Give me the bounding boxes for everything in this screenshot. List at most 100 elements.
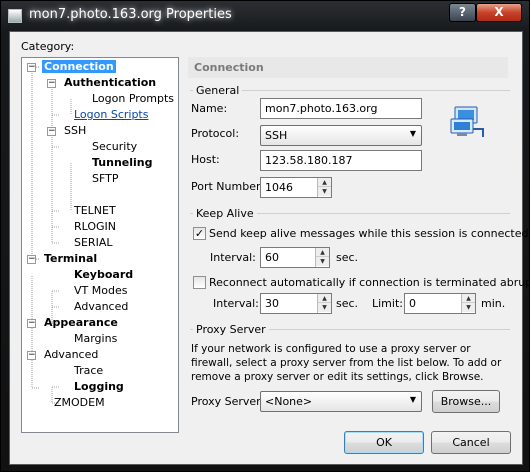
tree-item-label: Appearance [44,316,118,329]
send-keep-alive-checkbox[interactable]: ✓ [193,227,206,240]
spin-up-icon[interactable]: ▲ [318,178,331,187]
collapse-icon[interactable]: − [47,79,56,88]
proxy-server-value: <None> [265,395,313,408]
port-value: 1046 [265,181,293,194]
spin-up-icon[interactable]: ▲ [318,294,331,303]
spin-buttons: ▲ ▼ [317,294,331,313]
collapse-icon[interactable]: − [27,255,36,264]
interval-value: 60 [265,251,279,264]
limit-stepper[interactable]: 0 ▲ ▼ [404,293,476,314]
limit-label: Limit: [372,297,403,310]
spin-down-icon[interactable]: ▼ [318,303,331,312]
proxy-server-select[interactable]: <None> ▼ [260,391,422,412]
collapse-icon[interactable]: − [47,127,56,136]
tree-item-label: Logon Scripts [74,108,149,121]
tree-item-terminal[interactable]: − Terminal [27,251,99,267]
reconnect-interval-stepper[interactable]: 30 ▲ ▼ [260,293,332,314]
tree-item-label: Logon Prompts [92,92,175,105]
reconnect-label: Reconnect automatically if connection is… [209,276,530,289]
reconnect-checkbox[interactable] [193,276,206,289]
spin-buttons: ▲ ▼ [317,178,331,197]
tree-item-label: ZMODEM [54,396,105,409]
chevron-down-icon: ▼ [409,395,416,404]
tree-item-label: Tunneling [92,156,153,169]
name-field[interactable]: mon7.photo.163.org [260,98,422,119]
limit-unit: min. [481,297,506,310]
collapse-icon[interactable]: − [27,319,36,328]
title-bar[interactable]: mon7.photo.163.org Properties ? X [1,1,530,31]
window-icon [8,9,22,23]
tree-item-telnet[interactable]: TELNET [72,203,118,219]
category-label: Category: [21,40,75,53]
network-computers-icon [450,106,484,137]
interval-label: Interval: [210,251,256,264]
tree-item-logon-scripts[interactable]: Logon Scripts [72,107,150,123]
section-title: Connection [188,57,508,78]
spin-buttons: ▲ ▼ [461,294,475,313]
tree-item-label: Security [92,140,138,153]
tree-item-trace[interactable]: Trace [72,363,105,379]
tree-item-margins[interactable]: Margins [72,331,119,347]
tree-item-serial[interactable]: SERIAL [72,235,114,251]
spin-down-icon[interactable]: ▼ [318,187,331,196]
properties-window: mon7.photo.163.org Properties ? X Catego… [0,0,530,472]
tree-item-security[interactable]: Security [90,139,139,155]
tree-item-authentication[interactable]: − Authentication [47,75,158,91]
tree-item-label: SERIAL [74,236,113,249]
tree-item-label: TELNET [74,204,116,217]
proxy-description: If your network is configured to use a p… [191,343,502,383]
protocol-select[interactable]: SSH ▼ [260,125,422,146]
protocol-label: Protocol: [191,127,240,140]
tree-item-logging[interactable]: Logging [72,379,126,395]
spin-down-icon[interactable]: ▼ [316,257,329,266]
tree-item-rlogin[interactable]: RLOGIN [72,219,118,235]
window-title: mon7.photo.163.org Properties [29,7,232,22]
collapse-icon[interactable]: − [27,351,36,360]
interval-stepper[interactable]: 60 ▲ ▼ [260,247,330,268]
browse-button[interactable]: Browse... [432,390,500,413]
host-field[interactable]: 123.58.180.187 [260,150,422,171]
tree-item-zmodem[interactable]: ZMODEM [52,395,107,411]
chevron-down-icon: ▼ [409,129,416,138]
spin-down-icon[interactable]: ▼ [462,303,475,312]
tree-item-label: Connection [42,60,116,73]
reconnect-interval-unit: sec. [336,297,359,310]
limit-value: 0 [409,297,416,310]
collapse-icon[interactable]: − [27,63,36,72]
tree-item-label: Terminal [44,252,98,265]
tree-item-label: SFTP [92,172,119,185]
cancel-button[interactable]: Cancel [431,431,511,454]
group-title: Proxy Server [193,323,269,336]
tree-item-label: Keyboard [74,268,134,281]
send-keep-alive-label: Send keep alive messages while this sess… [209,227,529,240]
proxy-server-label: Proxy Server: [191,395,265,408]
tree-item-label: Logging [74,380,124,393]
interval-unit: sec. [336,251,359,264]
help-button[interactable]: ? [449,3,476,22]
reconnect-interval-label: Interval: [213,297,259,310]
tree-item-label: Advanced [74,300,129,313]
ok-button[interactable]: OK [344,431,424,454]
tree-item-terminal-advanced[interactable]: Advanced [72,299,130,315]
spin-up-icon[interactable]: ▲ [462,294,475,303]
tree-item-advanced[interactable]: − Advanced [27,347,100,363]
port-stepper[interactable]: 1046 ▲ ▼ [260,177,332,198]
spin-up-icon[interactable]: ▲ [316,248,329,257]
spin-buttons: ▲ ▼ [315,248,329,267]
tree-item-connection[interactable]: − Connection [27,59,116,75]
tree-item-keyboard[interactable]: Keyboard [72,267,135,283]
tree-item-appearance[interactable]: − Appearance [27,315,120,331]
tree-item-tunneling[interactable]: Tunneling [90,155,155,171]
tree-item-vt-modes[interactable]: VT Modes [72,283,129,299]
close-button[interactable]: X [476,3,522,22]
tree-item-sftp[interactable]: SFTP [90,171,120,187]
tree-item-label: Authentication [64,76,157,89]
tree-item-label: Advanced [44,348,99,361]
category-tree[interactable]: − Connection − Authentication Logon Prom… [21,57,179,433]
tree-item-ssh[interactable]: − SSH [47,123,88,139]
group-title: General [193,84,243,97]
host-label: Host: [191,153,220,166]
tree-item-label: SSH [64,124,87,137]
tree-item-label: RLOGIN [74,220,117,233]
tree-item-logon-prompts[interactable]: Logon Prompts [90,91,176,107]
